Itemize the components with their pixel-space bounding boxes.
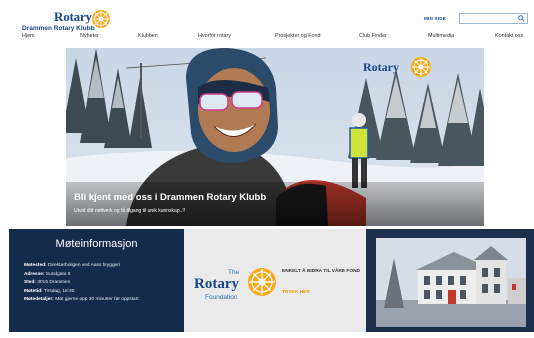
meeting-place-line: Møtested: Direktørboligen ved Aass brygg… [24, 263, 120, 268]
foundation-link[interactable]: TRYKK HER [282, 290, 310, 295]
nav-item-nyheter[interactable]: Nyheter [80, 33, 99, 39]
nav-item-hvorfor-rotary[interactable]: Hvorfor rotary [198, 33, 231, 39]
foundation-the: The [228, 269, 240, 276]
logo-word: Rotary [54, 9, 92, 24]
main-nav: Hjem Nyheter Klubben Hvorfor rotary Pros… [0, 33, 534, 45]
my-page-link[interactable]: MIN SIDE [424, 16, 446, 21]
meeting-info-title: Møteinformasjon [55, 238, 138, 250]
foundation-text: ENKELT Å BIDRA TIL VÅRE FOND [282, 269, 360, 274]
search-icon[interactable] [518, 15, 525, 22]
meeting-details-line: Møtedetaljer: Møt gjerne opp 30 minutter… [24, 297, 140, 302]
meeting-time-line: Møtetid: Tirsdag, 18:30 [24, 288, 75, 294]
rotary-wheel-icon [92, 10, 110, 28]
nav-item-kontakt[interactable]: Kontakt oss [495, 33, 523, 39]
nav-item-hjem[interactable]: Hjem [22, 33, 35, 39]
meeting-details: Møtested: Direktørboligen ved Aass brygg… [24, 262, 182, 305]
hero-title[interactable]: Bli kjent med oss i Drammen Rotary Klubb [74, 192, 266, 203]
rotary-foundation-panel[interactable]: The Rotary Foundation ENKELT Å BIDRA TIL… [184, 229, 366, 332]
nav-item-klubben[interactable]: Klubben [138, 33, 158, 39]
meeting-city-line: Sted: 3015 Drammen [24, 280, 71, 285]
hero-caption: Bli kjent med oss i Drammen Rotary Klubb… [66, 182, 484, 226]
nav-item-club-finder[interactable]: Club Finder [359, 33, 387, 39]
search-input[interactable] [459, 13, 528, 24]
hero-logo-word: Rotary [363, 60, 399, 74]
site-logo[interactable]: Rotary Drammen Rotary Klubb [22, 9, 112, 33]
hero-subtitle: Utvid ditt nettverk og få tilgang til un… [74, 208, 186, 214]
meeting-address-line: Adresse: Sundgata 6 [24, 271, 71, 277]
foundation-word: Foundation [205, 294, 238, 301]
site-header: Rotary Drammen Rotary Klubb MIN SIDE Hje… [0, 0, 534, 46]
nav-item-multimedia[interactable]: Multimedia [428, 33, 454, 39]
hero-banner[interactable]: Rotary Bli kjent med oss i Drammen Rotar… [66, 48, 484, 226]
nav-item-prosjekter[interactable]: Prosjekter og Fond [275, 33, 321, 39]
building-photo [376, 238, 526, 327]
foundation-rotary: Rotary [194, 276, 239, 292]
rotary-wheel-icon [248, 268, 276, 296]
meeting-info-panel: Møteinformasjon Møtested: Direktørbolige… [9, 229, 184, 332]
building-photo-panel[interactable] [366, 229, 534, 332]
logo-club-name: Drammen Rotary Klubb [22, 25, 95, 32]
